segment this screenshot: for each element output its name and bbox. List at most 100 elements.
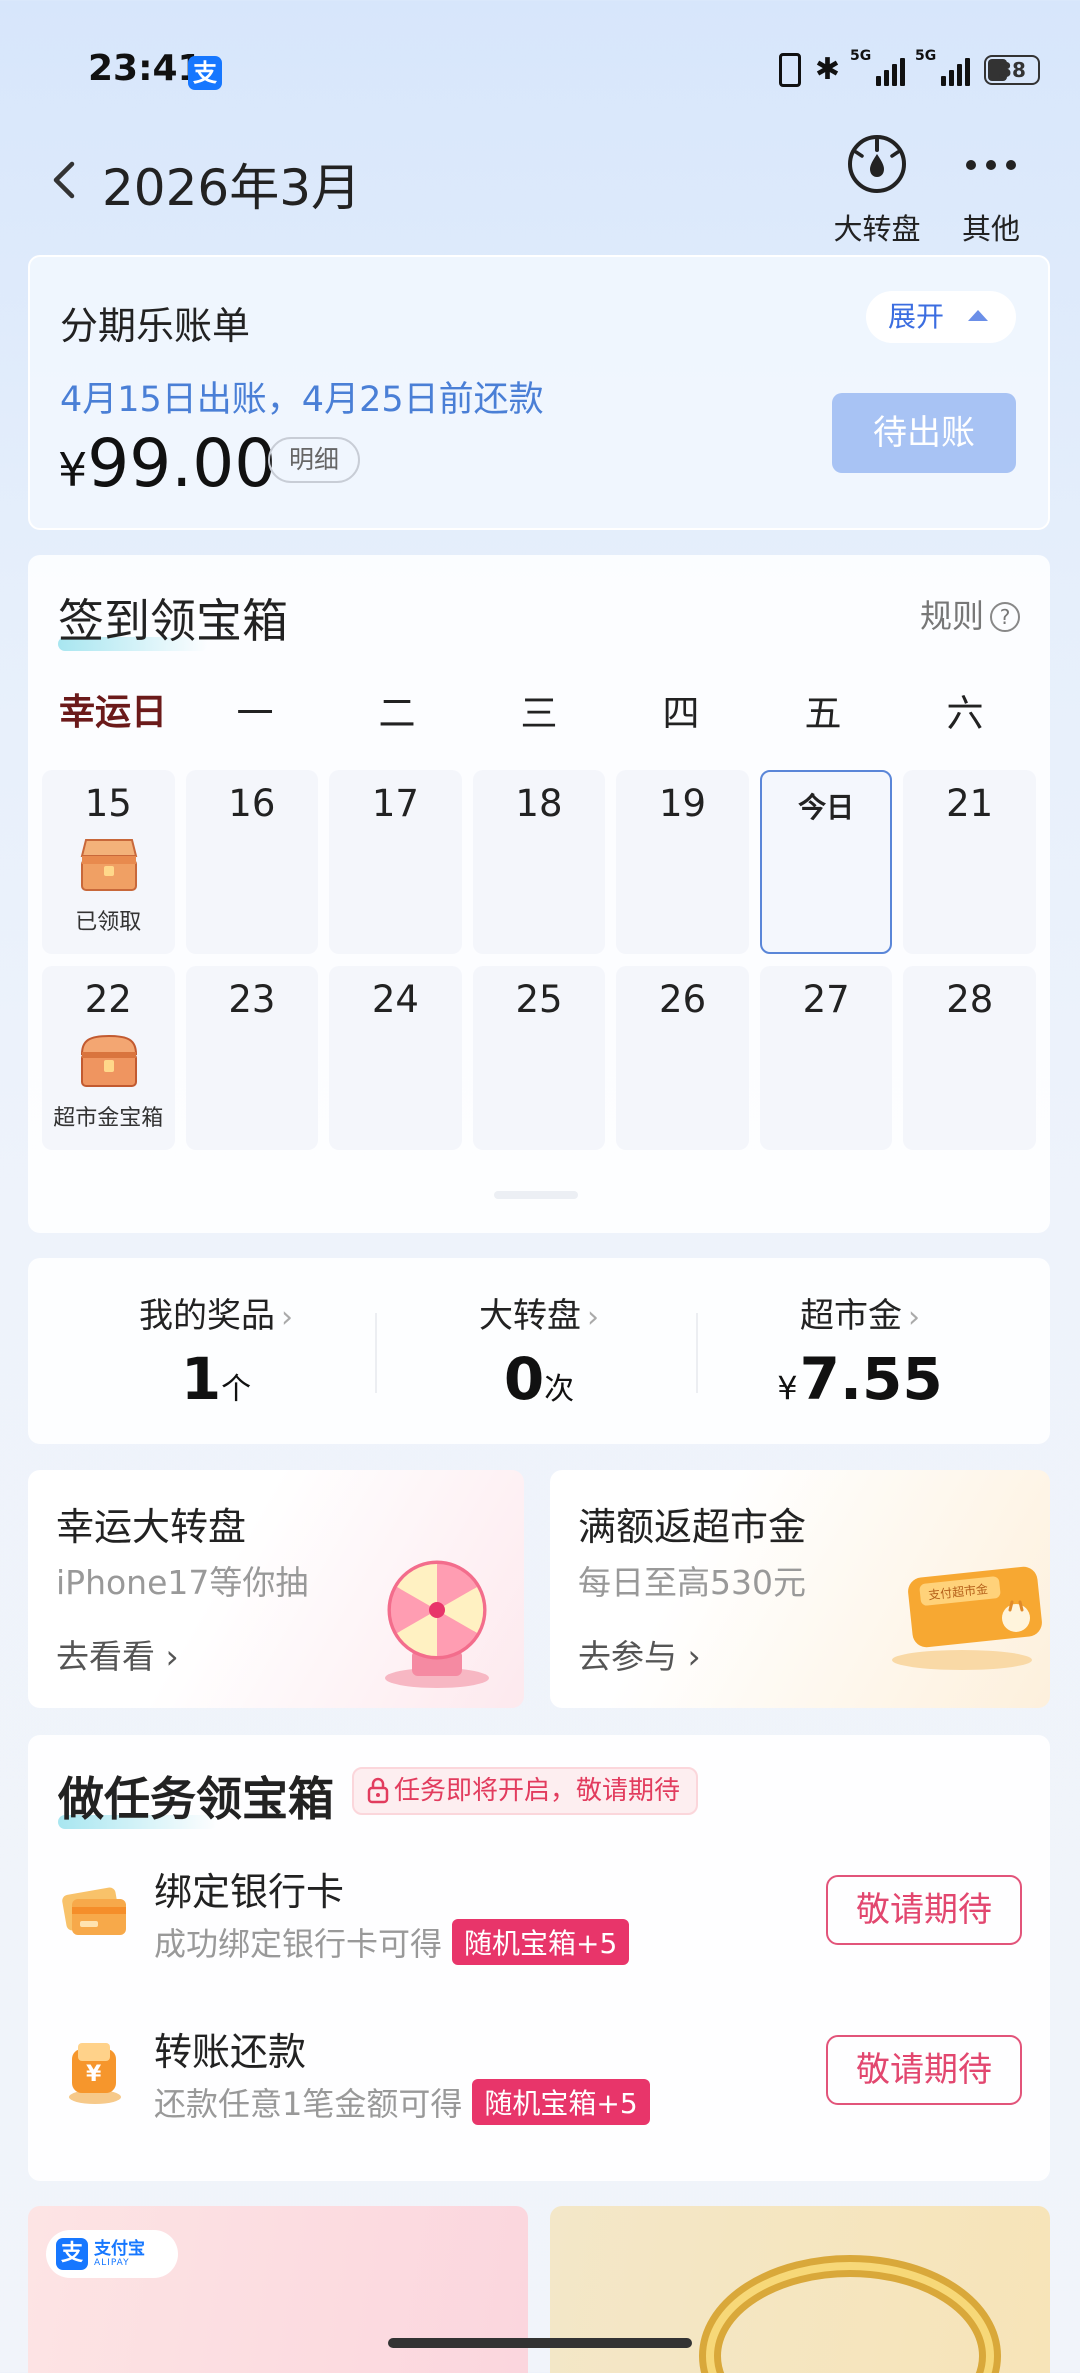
calendar-week-2: 22 超市金宝箱 23 24 25 26 27 28 <box>42 966 1037 1150</box>
coming-soon-button[interactable]: 敬请期待 <box>826 1875 1022 1945</box>
calendar-day[interactable]: 18 <box>472 770 606 954</box>
wheel-stat[interactable]: 大转盘 › 0次 <box>389 1288 689 1413</box>
prizes-unit: 个 <box>221 1372 252 1407</box>
wheel-stat-label: 大转盘 <box>479 1296 581 1336</box>
calendar-day[interactable]: 24 <box>329 966 462 1150</box>
calendar-day[interactable]: 23 <box>185 966 319 1150</box>
battery-icon: 38 <box>984 54 1040 85</box>
weekday-fri: 五 <box>804 692 842 735</box>
day-number: 24 <box>371 978 419 1021</box>
weekday-tue: 二 <box>378 692 416 735</box>
stats-card: 我的奖品 › 1个 大转盘 › 0次 超市金 › ¥7.55 <box>28 1258 1050 1444</box>
prizes-value: 1 <box>180 1345 222 1413</box>
market-chest-label: 超市金宝箱 <box>53 1106 164 1131</box>
treasure-chest-icon <box>80 1034 138 1087</box>
promo-title: 满额返超市金 <box>578 1505 807 1549</box>
rules-link[interactable]: 规则? <box>920 591 1020 637</box>
detail-button[interactable]: 明细 <box>268 437 360 483</box>
chevron-right-icon: › <box>281 1300 293 1335</box>
prizes-label: 我的奖品 <box>139 1296 275 1336</box>
svg-text:¥: ¥ <box>86 2062 102 2087</box>
promo-action[interactable]: 去看看 › <box>56 1630 179 1678</box>
market-value: 7.55 <box>799 1345 943 1413</box>
weekday-wed: 三 <box>520 692 558 735</box>
prize-wheel-icon <box>385 1560 489 1688</box>
status-bar: 23:41 支 ✱ 5G 5G 38 <box>0 0 1080 140</box>
alipay-notification-icon: 支 <box>188 56 222 90</box>
wheel-stat-unit: 次 <box>544 1372 575 1407</box>
calendar-day[interactable]: 21 <box>903 770 1036 954</box>
help-icon: ? <box>990 602 1020 632</box>
status-time: 23:41 <box>88 48 203 89</box>
calendar-grid: 15 已领取 16 17 18 19 今日 21 22 超市金宝箱 23 24 … <box>42 770 1037 1162</box>
day-number: 21 <box>946 782 994 825</box>
calendar-day-today[interactable]: 今日 <box>759 770 893 954</box>
divider <box>375 1313 377 1393</box>
chevron-right-icon: › <box>908 1300 920 1335</box>
tasks-title: 做任务领宝箱 <box>58 1772 334 1826</box>
task-item: ¥ 转账还款 还款任意1笔金额可得 随机宝箱+5 敬请期待 <box>28 2021 1050 2171</box>
pending-bill-button[interactable]: 待出账 <box>832 393 1016 473</box>
treasure-chest-open-icon <box>80 839 138 891</box>
reward-badge: 随机宝箱+5 <box>452 1919 630 1965</box>
more-button[interactable]: 其他 <box>936 130 1046 248</box>
calendar-day[interactable]: 26 <box>616 966 749 1150</box>
market-currency: ¥ <box>777 1369 798 1407</box>
wheel-button[interactable]: 大转盘 <box>822 130 932 248</box>
signal-icon-1: 5G <box>850 48 905 86</box>
bank-card-icon <box>62 1887 126 1935</box>
status-icons: ✱ 5G 5G 38 <box>778 48 1040 87</box>
coming-soon-button[interactable]: 敬请期待 <box>826 2035 1022 2105</box>
signal-icon-2: 5G <box>915 48 970 86</box>
calendar-day[interactable]: 22 超市金宝箱 <box>42 966 175 1150</box>
page-title[interactable]: 2026年3月 <box>102 148 361 220</box>
tasks-card: 做任务领宝箱 任务即将开启，敬请期待 绑定银行卡 成功绑定银行卡可得 随机宝箱+5… <box>28 1735 1050 2181</box>
calendar-day[interactable]: 27 <box>759 966 893 1150</box>
amount-value: 99.00 <box>87 425 277 502</box>
calendar-day[interactable]: 17 <box>329 770 462 954</box>
vibrate-icon <box>778 52 801 87</box>
wheel-label: 大转盘 <box>833 212 921 246</box>
divider <box>696 1313 698 1393</box>
promo-title: 幸运大转盘 <box>56 1505 247 1549</box>
day-number: 26 <box>659 978 707 1021</box>
signin-card: 签到领宝箱 规则? 幸运日 一 二 三 四 五 六 15 已领取 16 17 1… <box>28 555 1050 1233</box>
calendar-day[interactable]: 19 <box>616 770 749 954</box>
lock-icon <box>367 1777 389 1804</box>
weekday-sat: 六 <box>946 692 984 735</box>
task-desc: 还款任意1笔金额可得 随机宝箱+5 <box>154 2079 650 2125</box>
my-prizes-stat[interactable]: 我的奖品 › 1个 <box>66 1288 366 1413</box>
expand-label: 展开 <box>888 300 945 333</box>
calendar-day[interactable]: 16 <box>185 770 319 954</box>
expand-button[interactable]: 展开 <box>866 291 1016 343</box>
lock-notice: 任务即将开启，敬请期待 <box>352 1767 699 1815</box>
battery-level: 38 <box>998 57 1026 82</box>
weekday-lucky: 幸运日 <box>58 692 167 733</box>
day-number: 23 <box>228 978 276 1021</box>
rules-label: 规则 <box>919 597 984 635</box>
chevron-right-icon: › <box>587 1300 599 1335</box>
signin-title: 签到领宝箱 <box>58 594 288 648</box>
wheel-icon <box>848 135 906 193</box>
promo-action[interactable]: 去参与 › <box>578 1630 701 1678</box>
task-name: 转账还款 <box>154 2030 307 2074</box>
back-button[interactable] <box>40 150 90 210</box>
market-gold-promo[interactable]: 满额返超市金 每日至高530元 去参与 › 支付超市金 <box>550 1470 1050 1708</box>
weekday-mon: 一 <box>236 692 274 735</box>
today-label: 今日 <box>798 791 855 824</box>
day-number: 22 <box>84 978 132 1021</box>
day-number: 18 <box>515 782 563 825</box>
calendar-day[interactable]: 15 已领取 <box>42 770 175 954</box>
bill-card: 分期乐账单 展开 4月15日出账，4月25日前还款 ¥99.00 明细 待出账 <box>28 255 1050 530</box>
task-desc: 成功绑定银行卡可得 随机宝箱+5 <box>154 1919 630 1965</box>
market-gold-stat[interactable]: 超市金 › ¥7.55 <box>710 1288 1010 1413</box>
weekday-header: 幸运日 一 二 三 四 五 六 <box>42 683 1036 737</box>
task-item: 绑定银行卡 成功绑定银行卡可得 随机宝箱+5 敬请期待 <box>28 1861 1050 2011</box>
scroll-indicator <box>494 1191 578 1199</box>
lucky-wheel-promo[interactable]: 幸运大转盘 iPhone17等你抽 去看看 › <box>28 1470 524 1708</box>
calendar-day[interactable]: 25 <box>472 966 606 1150</box>
chevron-left-icon <box>53 161 75 199</box>
calendar-week-1: 15 已领取 16 17 18 19 今日 21 <box>42 770 1036 954</box>
calendar-day[interactable]: 28 <box>903 966 1037 1150</box>
home-indicator[interactable] <box>388 2338 692 2348</box>
